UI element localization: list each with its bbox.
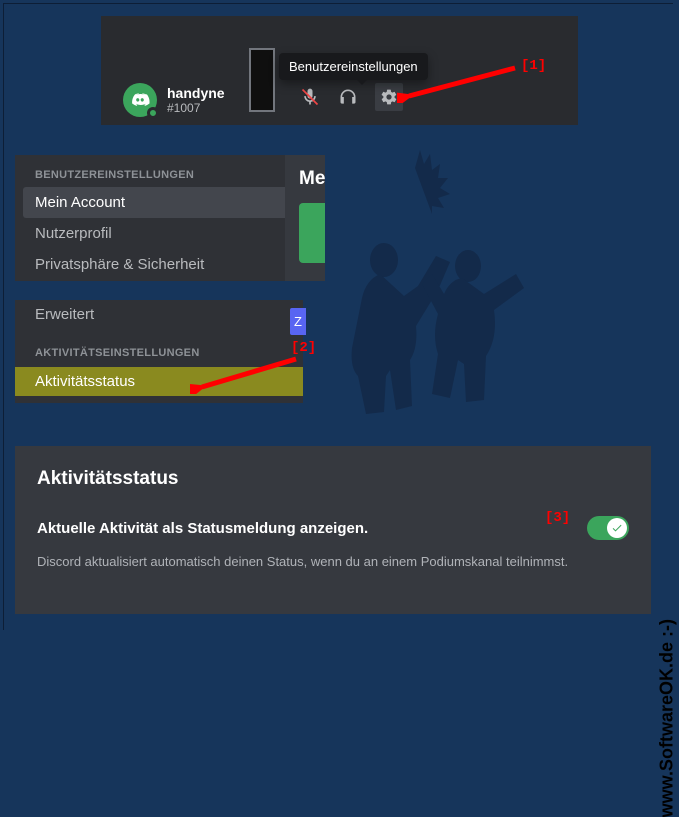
deafen-button[interactable] <box>337 86 359 108</box>
user-panel: handyne #1007 Benutzereinstellungen <box>101 16 578 125</box>
category-user-settings: BENUTZEREINSTELLUNGEN <box>15 155 325 187</box>
settings-sidebar-bottom: Erweitert Z AKTIVITÄTSEINSTELLUNGEN Akti… <box>15 300 303 403</box>
activity-toggle[interactable] <box>587 516 629 540</box>
annotation-1: [1] <box>521 58 546 74</box>
sidebar-item-privacy[interactable]: Privatsphäre & Sicherheit <box>15 249 325 280</box>
avatar[interactable] <box>123 83 157 117</box>
mic-muted-icon <box>300 87 320 107</box>
settings-page-title: Me <box>299 168 325 190</box>
sidebar-item-profile[interactable]: Nutzerprofil <box>15 218 325 249</box>
mute-mic-button[interactable] <box>299 86 321 108</box>
annotation-2: [2] <box>291 340 316 356</box>
discriminator: #1007 <box>167 101 225 115</box>
sidebar-item-advanced[interactable]: Erweitert <box>15 300 303 329</box>
gear-icon <box>380 88 398 106</box>
headphones-icon <box>338 87 358 107</box>
profile-banner-fragment <box>299 203 325 263</box>
sidebar-item-account[interactable]: Mein Account <box>23 187 317 218</box>
status-indicator <box>147 107 159 119</box>
button-fragment[interactable]: Z <box>290 308 306 335</box>
username: handyne <box>167 85 225 101</box>
settings-button[interactable] <box>375 83 403 111</box>
activity-status-panel: Aktivitätsstatus Aktuelle Aktivität als … <box>15 446 651 614</box>
toggle-knob <box>607 518 627 538</box>
annotation-3: [3] <box>545 510 570 526</box>
category-activity-settings: AKTIVITÄTSEINSTELLUNGEN <box>15 329 303 365</box>
settings-sidebar-top: BENUTZEREINSTELLUNGEN Mein Account Nutze… <box>15 155 325 281</box>
vertical-slider[interactable] <box>249 48 275 112</box>
watermark: www.SoftwareOK.de :-) <box>656 619 677 817</box>
check-icon <box>611 522 623 534</box>
toggle-label: Aktuelle Aktivität als Statusmeldung anz… <box>37 520 368 537</box>
discord-logo-icon <box>130 90 150 110</box>
activity-heading: Aktivitätsstatus <box>37 468 629 490</box>
activity-description: Discord aktualisiert automatisch deinen … <box>37 554 629 569</box>
user-info[interactable]: handyne #1007 <box>123 83 225 117</box>
sidebar-item-activity-status[interactable]: Aktivitätsstatus <box>15 367 303 396</box>
settings-tooltip: Benutzereinstellungen <box>279 53 428 80</box>
silhouette-graphic <box>310 150 560 440</box>
